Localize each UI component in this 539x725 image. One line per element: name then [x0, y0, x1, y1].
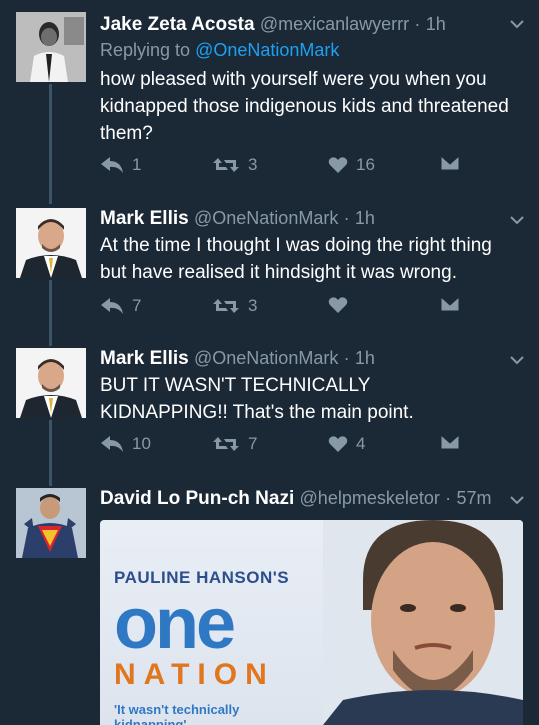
logo-one-text: one: [114, 584, 236, 664]
like-button[interactable]: 16: [328, 155, 375, 175]
like-button[interactable]: 4: [328, 434, 365, 454]
reply-count: 7: [132, 296, 142, 315]
tweet-header: Mark Ellis @OneNationMark · 1h: [100, 206, 375, 231]
separator-dot: ·: [414, 14, 421, 34]
separator-dot: ·: [343, 348, 350, 368]
logo-nation-text: NATION: [114, 658, 275, 691]
display-name[interactable]: David Lo Pun-ch Nazi: [100, 488, 294, 509]
display-name[interactable]: Jake Zeta Acosta: [100, 14, 255, 35]
retweet-count: 3: [248, 296, 258, 315]
separator-dot: ·: [445, 488, 452, 508]
user-handle[interactable]: @OneNationMark: [194, 208, 338, 228]
replying-to: Replying to @OneNationMark: [100, 40, 339, 61]
reply-icon: [101, 436, 123, 452]
timestamp[interactable]: 57m: [456, 488, 491, 508]
retweet-count: 3: [248, 155, 258, 174]
avatar[interactable]: [16, 348, 86, 418]
tweet-media-image[interactable]: PAULINE HANSON'S one NATION 'It wasn't t…: [100, 520, 523, 725]
suit-man-avatar-icon: [16, 348, 86, 418]
user-handle[interactable]: @OneNationMark: [194, 348, 338, 368]
direct-message-button[interactable]: [440, 434, 460, 450]
timestamp[interactable]: 1h: [355, 348, 375, 368]
avatar[interactable]: [16, 488, 86, 558]
one-nation-logo: PAULINE HANSON'S one NATION 'It wasn't t…: [114, 568, 314, 725]
retweet-button[interactable]: 7: [212, 434, 257, 454]
heart-icon: [328, 436, 348, 452]
chevron-down-icon[interactable]: [509, 352, 525, 368]
retweet-count: 7: [248, 434, 258, 453]
chevron-down-icon[interactable]: [509, 16, 525, 32]
display-name[interactable]: Mark Ellis: [100, 348, 189, 369]
reply-button[interactable]: 1: [100, 155, 141, 175]
timestamp[interactable]: 1h: [426, 14, 446, 34]
avatar[interactable]: [16, 208, 86, 278]
like-count: 16: [356, 155, 375, 174]
superhero-avatar-icon: [16, 488, 86, 558]
replying-label: Replying to: [100, 40, 191, 60]
reply-button[interactable]: 7: [100, 296, 141, 316]
direct-message-button[interactable]: [440, 296, 460, 312]
timestamp[interactable]: 1h: [355, 208, 375, 228]
tweet-actions: 1 3 16: [100, 155, 480, 181]
man-portrait-image: [323, 520, 523, 725]
reply-icon: [101, 298, 123, 314]
chevron-down-icon[interactable]: [509, 492, 525, 508]
retweet-button[interactable]: 3: [212, 155, 257, 175]
tweet-header: Mark Ellis @OneNationMark · 1h: [100, 346, 375, 371]
reply-count: 1: [132, 155, 142, 174]
retweet-icon: [213, 158, 239, 172]
chevron-down-icon[interactable]: [509, 212, 525, 228]
tweet[interactable]: Mark Ellis @OneNationMark · 1h At the ti…: [0, 206, 539, 336]
media-quote: 'It wasn't technically kidnapping': [114, 702, 240, 725]
tweet-header: David Lo Pun-ch Nazi @helpmeskeletor · 5…: [100, 486, 491, 511]
bw-portrait-avatar-icon: [16, 12, 86, 82]
tweet-header: Jake Zeta Acosta @mexicanlawyerrr · 1h: [100, 12, 446, 37]
reply-count: 10: [132, 434, 151, 453]
replying-to-link[interactable]: @OneNationMark: [195, 40, 339, 60]
envelope-icon: [440, 155, 460, 171]
reply-icon: [101, 157, 123, 173]
retweet-icon: [213, 299, 239, 313]
like-count: 4: [356, 434, 366, 453]
heart-icon: [328, 157, 348, 173]
display-name[interactable]: Mark Ellis: [100, 208, 189, 229]
tweet[interactable]: Mark Ellis @OneNationMark · 1h BUT IT WA…: [0, 346, 539, 476]
avatar[interactable]: [16, 12, 86, 82]
tweet-actions: 10 7 4: [100, 434, 480, 460]
envelope-icon: [440, 434, 460, 450]
heart-icon: [328, 297, 348, 313]
tweet-actions: 7 3: [100, 296, 480, 322]
envelope-icon: [440, 296, 460, 312]
tweet-text: how pleased with yourself were you when …: [100, 69, 509, 144]
tweet-text: At the time I thought I was doing the ri…: [100, 235, 492, 283]
retweet-button[interactable]: 3: [212, 296, 257, 316]
tweet-text: BUT IT WASN'T TECHNICALLY KIDNAPPING!! T…: [100, 375, 414, 423]
suit-man-avatar-icon: [16, 208, 86, 278]
reply-button[interactable]: 10: [100, 434, 151, 454]
separator-dot: ·: [343, 208, 350, 228]
retweet-icon: [213, 437, 239, 451]
like-button[interactable]: [328, 296, 356, 314]
user-handle[interactable]: @mexicanlawyerrr: [260, 14, 409, 34]
tweet[interactable]: Jake Zeta Acosta @mexicanlawyerrr · 1h R…: [0, 12, 539, 202]
user-handle[interactable]: @helpmeskeletor: [300, 488, 440, 508]
direct-message-button[interactable]: [440, 155, 460, 171]
